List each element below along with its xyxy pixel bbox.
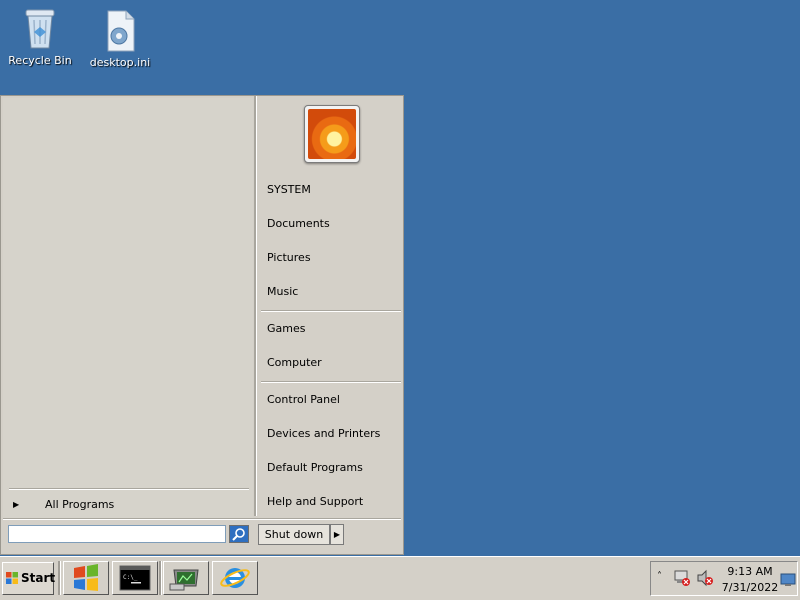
start-item-system[interactable]: SYSTEM [267, 179, 311, 201]
taskbar-windows-explorer-button[interactable] [63, 561, 109, 595]
desktop-icon-recycle-bin[interactable]: Recycle Bin [2, 6, 78, 67]
taskbar: Start C:\_ ˄ 9:13 AM 7/31/2022 [0, 556, 800, 600]
desktop-icon-label: desktop.ini [89, 56, 151, 69]
start-item-music[interactable]: Music [267, 281, 298, 303]
search-button[interactable] [229, 525, 249, 543]
start-label: Start [21, 571, 56, 585]
desktop-icon-desktop-ini[interactable]: desktop.ini [82, 8, 158, 69]
divider [58, 561, 61, 595]
divider [3, 518, 401, 520]
internet-explorer-icon [220, 568, 250, 588]
start-item-documents[interactable]: Documents [267, 213, 330, 235]
triangle-right-icon: ▶ [333, 530, 341, 539]
notification-area: ˄ 9:13 AM 7/31/2022 [650, 561, 798, 596]
taskbar-server-manager-button[interactable] [163, 561, 209, 595]
triangle-right-icon: ▶ [13, 500, 20, 509]
user-picture[interactable] [304, 105, 360, 163]
settings-file-icon [100, 8, 140, 54]
all-programs-label: All Programs [45, 498, 115, 511]
start-item-games[interactable]: Games [267, 318, 305, 340]
shutdown-button[interactable]: Shut down [258, 524, 330, 545]
network-disconnected-icon[interactable] [673, 569, 691, 587]
divider [159, 561, 162, 595]
taskbar-internet-explorer-button[interactable] [212, 561, 258, 595]
show-desktop-icon[interactable] [780, 573, 796, 587]
start-item-control-panel[interactable]: Control Panel [267, 389, 340, 411]
start-menu-programs-pane [3, 98, 253, 518]
divider [261, 310, 401, 312]
start-menu-right-pane: SYSTEM Documents Pictures Music Games Co… [257, 98, 403, 518]
search-icon [230, 526, 248, 542]
taskbar-command-prompt-button[interactable]: C:\_ [112, 561, 158, 595]
start-item-computer[interactable]: Computer [267, 352, 322, 374]
recycle-bin-icon [20, 6, 60, 52]
desktop-icon-label: Recycle Bin [8, 54, 72, 67]
divider [261, 381, 401, 383]
start-item-default-programs[interactable]: Default Programs [267, 457, 363, 479]
server-manager-icon [169, 569, 199, 591]
all-programs-item[interactable]: ▶ All Programs [9, 494, 249, 516]
clock-time[interactable]: 9:13 AM [723, 565, 777, 578]
volume-muted-icon[interactable] [696, 569, 714, 587]
start-button[interactable]: Start [2, 562, 56, 595]
svg-text:C:\_: C:\_ [123, 574, 138, 581]
divider [9, 488, 249, 490]
start-item-help-support[interactable]: Help and Support [267, 491, 363, 513]
windows-explorer-icon [74, 564, 98, 591]
search-input[interactable] [8, 525, 226, 543]
start-item-pictures[interactable]: Pictures [267, 247, 311, 269]
windows-logo-icon [6, 572, 18, 584]
shutdown-options-button[interactable]: ▶ [330, 524, 344, 545]
chevron-up-icon[interactable]: ˄ [657, 571, 662, 582]
clock-date[interactable]: 7/31/2022 [721, 581, 779, 594]
flower-user-picture-icon [308, 109, 356, 159]
start-menu: ▶ All Programs SYSTEM Documents Pictures… [0, 95, 404, 555]
command-prompt-icon: C:\_ [119, 565, 151, 591]
start-item-devices-printers[interactable]: Devices and Printers [267, 423, 380, 445]
